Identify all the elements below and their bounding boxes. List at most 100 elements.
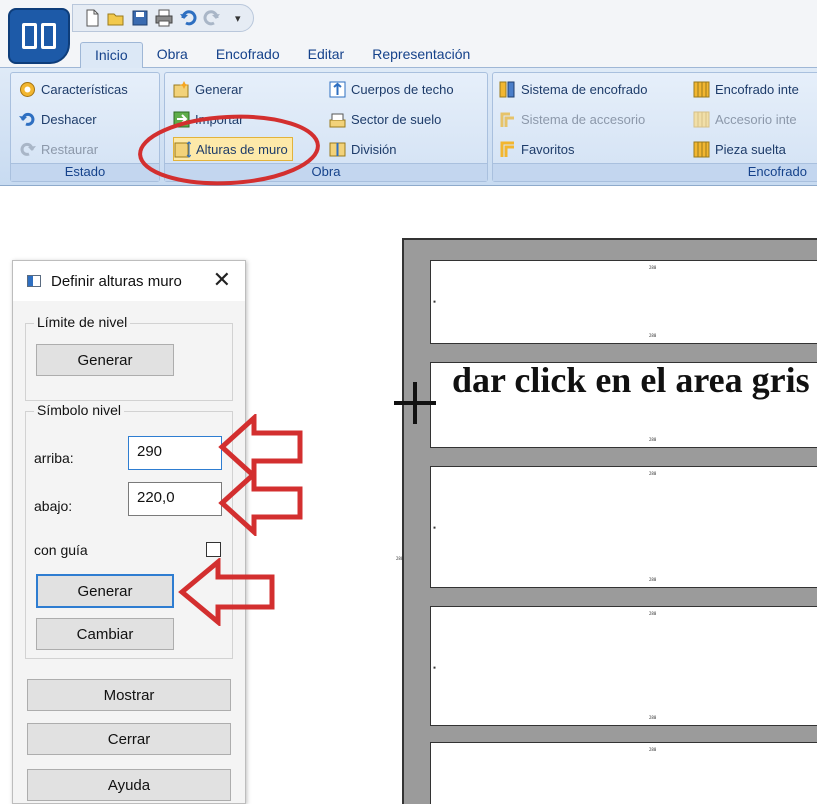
generar-obra-button[interactable]: Generar: [173, 77, 243, 101]
pieza-suelta-label: Pieza suelta: [715, 141, 786, 157]
caracteristicas-button[interactable]: Características: [19, 77, 128, 101]
change-button[interactable]: Cambiar: [36, 618, 174, 650]
floor-sector-icon: [329, 113, 346, 127]
sistema-de-accesorio-button[interactable]: Sistema de accesorio: [499, 107, 645, 131]
accesorio-interior-label: Accesorio inte: [715, 111, 797, 127]
formwork-panel-icon: [693, 81, 710, 97]
cuerpos-de-techo-button[interactable]: Cuerpos de techo: [329, 77, 454, 101]
division-icon: [329, 142, 346, 156]
tab-editar[interactable]: Editar: [294, 42, 359, 68]
sistema-de-encofrado-label: Sistema de encofrado: [521, 81, 648, 97]
save-icon[interactable]: [129, 7, 151, 29]
favorites-icon: [500, 141, 514, 157]
dialog-title: Definir alturas muro: [51, 272, 182, 290]
sector-de-suelo-button[interactable]: Sector de suelo: [329, 107, 441, 131]
pieza-suelta-button[interactable]: Pieza suelta: [693, 137, 786, 161]
tab-representacion[interactable]: Representación: [358, 42, 484, 68]
restaurar-label: Restaurar: [41, 141, 99, 157]
highlight-ellipse: [138, 114, 320, 186]
application-button[interactable]: [8, 8, 70, 64]
loose-part-icon: [693, 141, 710, 157]
gray-area[interactable]: 280 280 ▪ 280 280 280 ▪ 280 280 ▪ 280: [402, 238, 817, 804]
tick-mark: ▪: [433, 299, 437, 305]
division-label: División: [351, 141, 397, 157]
side-tick-label: 280: [396, 556, 404, 561]
red-arrow-icon: [218, 470, 303, 536]
tick-label: 280: [649, 333, 657, 338]
group-label-encofrado: Encofrado: [493, 163, 817, 181]
wall-slab[interactable]: 280 280 ▪: [430, 466, 817, 588]
new-file-icon[interactable]: [81, 7, 103, 29]
help-button[interactable]: Ayuda: [27, 769, 231, 801]
close-button[interactable]: Cerrar: [27, 723, 231, 755]
redo-icon: [20, 142, 36, 156]
favoritos-label: Favoritos: [521, 141, 575, 157]
ribbon-tabs: Inicio Obra Encofrado Editar Representac…: [80, 42, 484, 68]
simbolo-generate-button[interactable]: Generar: [36, 574, 174, 608]
window-icon: [27, 275, 41, 287]
gear-icon: [20, 81, 35, 97]
favoritos-button[interactable]: Favoritos: [499, 137, 574, 161]
generar-obra-label: Generar: [195, 81, 243, 97]
sistema-de-encofrado-button[interactable]: Sistema de encofrado: [499, 77, 647, 101]
wall-slab[interactable]: 280 280 ▪: [430, 260, 817, 344]
simbolo-nivel-legend: Símbolo nivel: [34, 402, 125, 418]
division-button[interactable]: División: [329, 137, 397, 161]
undo-icon: [19, 112, 35, 126]
encofrado-interior-button[interactable]: Encofrado inte: [693, 77, 799, 101]
show-button[interactable]: Mostrar: [27, 679, 231, 711]
define-wall-heights-dialog: Definir alturas muro ✕ Límite de nivel G…: [12, 260, 246, 804]
app-logo-icon: [22, 23, 56, 49]
accesorio-interior-button[interactable]: Accesorio inte: [693, 107, 797, 131]
limite-generate-button[interactable]: Generar: [36, 344, 174, 376]
quick-access-toolbar: ▾: [72, 4, 254, 32]
quick-access-bar: ▾: [0, 0, 817, 42]
red-arrow-icon: [178, 558, 275, 626]
tick-label: 280: [649, 471, 657, 476]
limite-de-nivel-group: Límite de nivel Generar: [25, 314, 233, 401]
encofrado-interior-label: Encofrado inte: [715, 81, 799, 97]
abajo-label: abajo:: [34, 498, 73, 514]
formwork-system-icon: [499, 81, 515, 97]
open-folder-icon[interactable]: [105, 7, 127, 29]
print-icon[interactable]: [153, 7, 175, 29]
ribbon: Características Deshacer Restaurar Estad…: [0, 68, 817, 186]
dialog-titlebar[interactable]: Definir alturas muro ✕: [13, 261, 245, 301]
customize-toolbar-icon[interactable]: ▾: [235, 12, 241, 25]
sistema-de-accesorio-label: Sistema de accesorio: [521, 111, 646, 127]
group-encofrado: Sistema de encofrado Sistema de accesori…: [492, 72, 817, 182]
instruction-annotation: dar click en el area gris: [452, 360, 810, 400]
tab-encofrado[interactable]: Encofrado: [202, 42, 294, 68]
caracteristicas-label: Características: [41, 81, 128, 97]
roof-body-icon: [329, 81, 346, 97]
tick-label: 280: [649, 715, 657, 720]
arriba-label: arriba:: [34, 450, 74, 466]
crosshair-cursor-icon: [394, 382, 436, 424]
close-icon[interactable]: ✕: [213, 269, 231, 291]
tick-label: 280: [649, 437, 657, 442]
accessory-panel-icon: [693, 111, 710, 127]
tick-mark: ▪: [433, 665, 437, 671]
tab-obra[interactable]: Obra: [143, 42, 202, 68]
undo-icon[interactable]: [177, 7, 199, 29]
tick-mark: ▪: [433, 525, 437, 531]
deshacer-button[interactable]: Deshacer: [19, 107, 97, 131]
tick-label: 280: [649, 611, 657, 616]
tick-label: 280: [649, 577, 657, 582]
con-guia-checkbox[interactable]: [206, 542, 221, 557]
tick-label: 280: [649, 265, 657, 270]
wall-slab[interactable]: 280 280 ▪: [430, 606, 817, 726]
redo-icon[interactable]: [201, 7, 223, 29]
deshacer-label: Deshacer: [41, 111, 97, 127]
con-guia-label: con guía: [34, 542, 88, 558]
sector-de-suelo-label: Sector de suelo: [351, 111, 442, 127]
tick-label: 280: [649, 747, 657, 752]
arriba-input[interactable]: 290: [128, 436, 222, 470]
accessory-system-icon: [500, 112, 514, 127]
limite-de-nivel-legend: Límite de nivel: [34, 314, 131, 330]
abajo-input[interactable]: 220,0: [128, 482, 222, 516]
restaurar-button[interactable]: Restaurar: [19, 137, 98, 161]
wall-slab[interactable]: 280: [430, 742, 817, 804]
tab-inicio[interactable]: Inicio: [80, 42, 143, 68]
new-project-icon: [173, 80, 189, 97]
